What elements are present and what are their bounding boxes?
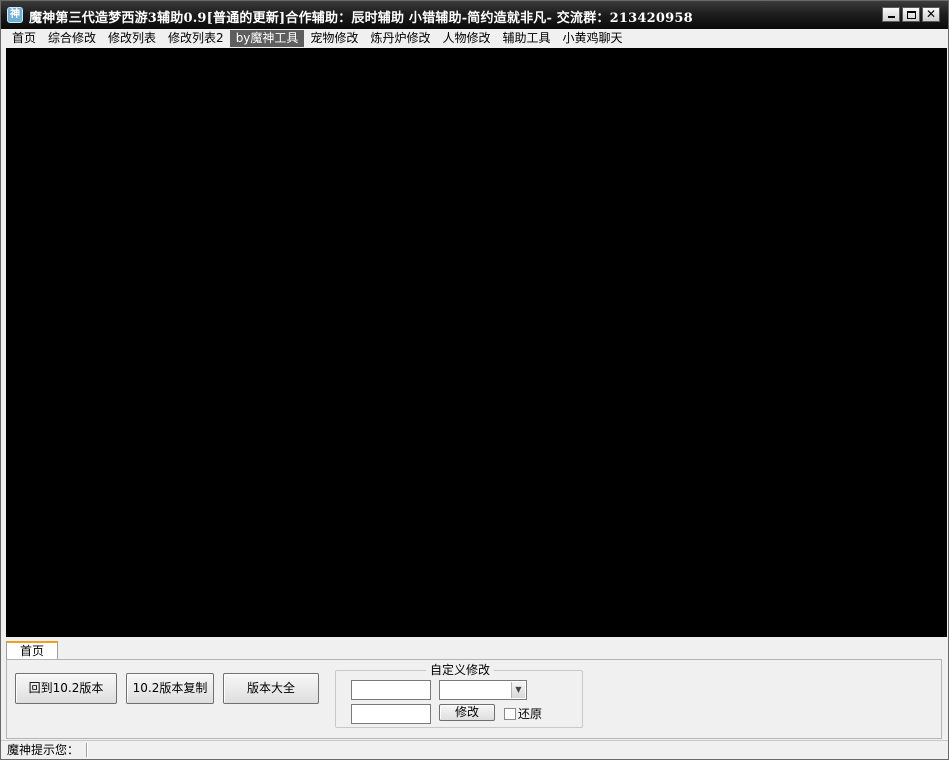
minimize-button[interactable] [882, 7, 900, 22]
game-viewport[interactable] [6, 48, 947, 637]
window-title: 魔神第三代造梦西游3辅助0.9[普通的更新]合作辅助：辰时辅助 小错辅助-简约造… [29, 11, 693, 26]
tab-home[interactable]: 首页 [6, 641, 58, 660]
all-versions-button[interactable]: 版本大全 [223, 673, 319, 704]
restore-label: 还原 [518, 707, 543, 721]
menu-item-general[interactable]: 综合修改 [42, 30, 102, 47]
custom-modify-legend: 自定义修改 [426, 663, 495, 677]
modify-button[interactable]: 修改 [439, 704, 495, 721]
status-separator [86, 743, 88, 757]
menu-item-pet[interactable]: 宠物修改 [304, 30, 364, 47]
custom-value-input-2[interactable] [351, 704, 431, 724]
menu-item-list1[interactable]: 修改列表 [102, 30, 162, 47]
maximize-icon [907, 11, 916, 19]
status-bar: 魔神提示您： [1, 740, 948, 759]
menu-item-aux[interactable]: 辅助工具 [496, 30, 556, 47]
status-label: 魔神提示您： [7, 743, 80, 757]
custom-value-input-1[interactable] [351, 680, 431, 700]
menu-bar: 首页 综合修改 修改列表 修改列表2 by魔神工具 宠物修改 炼丹炉修改 人物修… [1, 29, 948, 48]
custom-select[interactable]: ▼ [439, 680, 527, 700]
close-icon: ✕ [925, 7, 937, 21]
restore-checkbox[interactable] [504, 707, 516, 720]
restore-checkbox-wrap[interactable]: 还原 [504, 705, 542, 722]
close-button[interactable]: ✕ [922, 7, 940, 22]
menu-item-tools[interactable]: by魔神工具 [229, 30, 305, 47]
bottom-panel: 回到10.2版本 10.2版本复制 版本大全 自定义修改 ▼ 修改 还原 [6, 659, 942, 739]
menu-item-list2[interactable]: 修改列表2 [162, 30, 230, 47]
menu-item-character[interactable]: 人物修改 [436, 30, 496, 47]
menu-item-furnace[interactable]: 炼丹炉修改 [364, 30, 436, 47]
app-logo-icon: 神 [7, 7, 23, 23]
window-controls: ✕ [882, 7, 940, 22]
app-window: 神 魔神第三代造梦西游3辅助0.9[普通的更新]合作辅助：辰时辅助 小错辅助-简… [0, 0, 949, 760]
chevron-down-icon[interactable]: ▼ [511, 682, 525, 698]
copy-10-2-button[interactable]: 10.2版本复制 [126, 673, 214, 704]
bottom-tab-strip: 首页 [6, 639, 947, 660]
minimize-icon [888, 16, 895, 18]
title-bar[interactable]: 神 魔神第三代造梦西游3辅助0.9[普通的更新]合作辅助：辰时辅助 小错辅助-简… [1, 1, 948, 29]
custom-modify-group: 自定义修改 ▼ 修改 还原 [335, 663, 583, 728]
back-to-10-2-button[interactable]: 回到10.2版本 [15, 673, 117, 704]
menu-item-chat[interactable]: 小黄鸡聊天 [556, 30, 628, 47]
menu-item-home[interactable]: 首页 [6, 30, 42, 47]
maximize-button[interactable] [902, 7, 920, 22]
